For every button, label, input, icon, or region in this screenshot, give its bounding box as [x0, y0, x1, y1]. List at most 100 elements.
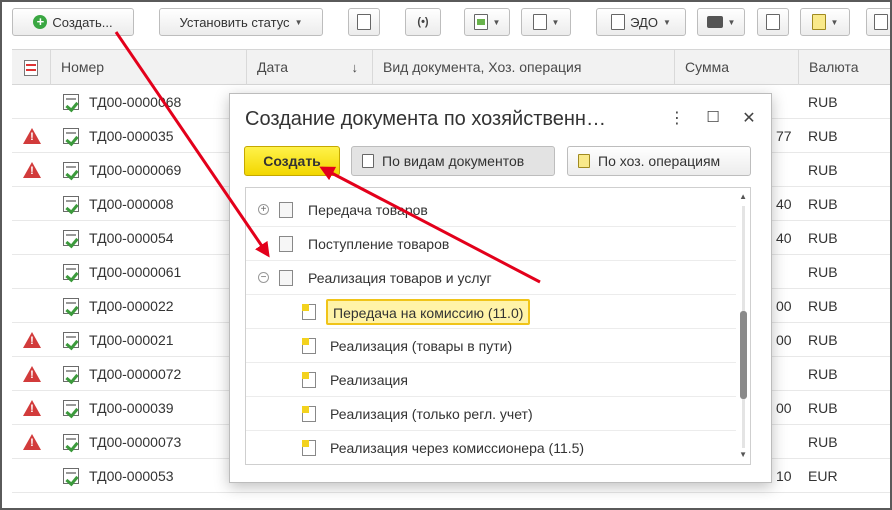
warning-icon: !	[23, 128, 41, 144]
tree-node-label: Поступление товаров	[308, 236, 450, 252]
scrollbar-thumb[interactable]	[740, 311, 747, 399]
broadcast-button[interactable]: (•)	[405, 8, 441, 36]
create-document-dialog: Создание документа по хозяйственн… ⋮ ☐ ✕…	[229, 93, 772, 483]
by-doc-types-label: По видам документов	[382, 153, 525, 169]
row-number: ТД00-0000068	[89, 94, 182, 110]
edo-button[interactable]: ЭДО ▼	[596, 8, 686, 36]
create-button-label: Создать...	[52, 14, 113, 30]
set-status-button[interactable]: Установить статус ▼	[159, 8, 323, 36]
chevron-down-icon: ▼	[294, 17, 303, 27]
operation-icon	[302, 406, 316, 422]
add-icon: +	[33, 15, 48, 29]
row-number: ТД00-000022	[89, 298, 174, 314]
selected-node-label: Передача на комиссию (11.0)	[326, 299, 531, 325]
row-sum	[776, 255, 798, 289]
more-actions-icon[interactable]: ⋮	[668, 108, 686, 128]
toolbar: + Создать... Установить статус ▼ (•) ▼ ▼…	[0, 0, 892, 46]
posted-document-icon	[63, 366, 79, 382]
edo-label: ЭДО	[630, 14, 658, 30]
tree-node-label: Реализация товаров и услуг	[308, 270, 492, 286]
operation-icon	[302, 440, 316, 456]
column-currency-header[interactable]: Валюта	[798, 50, 892, 85]
column-date-header[interactable]: Дата ↓	[246, 50, 372, 85]
table-header: Номер Дата ↓ Вид документа, Хоз. операци…	[12, 49, 892, 85]
scroll-down-icon[interactable]: ▼	[739, 450, 747, 459]
print-button[interactable]: ▼	[697, 8, 745, 36]
row-sum	[776, 85, 798, 119]
posted-document-icon	[63, 434, 79, 450]
posted-document-icon	[63, 298, 79, 314]
row-currency: RUB	[808, 332, 838, 348]
close-icon[interactable]: ✕	[740, 108, 758, 128]
1c-document-icon	[357, 14, 371, 30]
scroll-up-icon[interactable]: ▲	[739, 192, 747, 201]
operations-tree: + Передача товаров Поступление товаров − Реа…	[245, 187, 751, 465]
tree-node[interactable]: Реализация (товары в пути)	[246, 329, 736, 363]
expand-icon[interactable]: +	[258, 204, 269, 215]
row-currency: RUB	[808, 196, 838, 212]
posted-document-icon	[63, 196, 79, 212]
chevron-down-icon: ▼	[551, 17, 560, 27]
list-icon	[766, 14, 780, 30]
tree-node-label: Реализация (только регл. учет)	[330, 406, 533, 422]
dialog-title: Создание документа по хозяйственн…	[245, 108, 606, 130]
column-doc-type-header[interactable]: Вид документа, Хоз. операция	[372, 50, 674, 85]
tree-scrollbar[interactable]	[739, 206, 748, 448]
collapse-icon[interactable]: −	[258, 272, 269, 283]
row-number: ТД00-000021	[89, 332, 174, 348]
more-button[interactable]	[866, 8, 892, 36]
row-number: ТД00-000054	[89, 230, 174, 246]
row-number: ТД00-000039	[89, 400, 174, 416]
row-number: ТД00-0000073	[89, 434, 182, 450]
reports-button[interactable]: ▼	[521, 8, 571, 36]
posted-document-icon	[63, 230, 79, 246]
tree-node-label: Передача товаров	[308, 202, 428, 218]
tree-node[interactable]: − Реализация товаров и услуг	[246, 261, 736, 295]
row-sum	[776, 153, 798, 187]
broadcast-icon: (•)	[417, 16, 429, 28]
tree-node[interactable]: Поступление товаров	[246, 227, 736, 261]
row-currency: RUB	[808, 264, 838, 280]
tree-node[interactable]: Реализация через комиссионера (11.5)	[246, 431, 736, 464]
chevron-down-icon: ▼	[830, 17, 839, 27]
tree-node[interactable]: Реализация (только регл. учет)	[246, 397, 736, 431]
warning-icon: !	[23, 434, 41, 450]
create-based-on-button[interactable]: ▼	[464, 8, 510, 36]
folder-document-icon	[279, 270, 293, 286]
column-status-header[interactable]	[12, 50, 50, 85]
create-button[interactable]: + Создать...	[12, 8, 134, 36]
row-number: ТД00-0000061	[89, 264, 182, 280]
row-number: ТД00-0000072	[89, 366, 182, 382]
list-settings-button[interactable]	[757, 8, 789, 36]
tree-node[interactable]: Передача на комиссию (11.0)	[246, 295, 736, 329]
row-currency: RUB	[808, 366, 838, 382]
dialog-create-button[interactable]: Создать	[244, 146, 340, 176]
report-icon	[532, 14, 547, 30]
tree-node-label: Реализация	[330, 372, 408, 388]
row-sum: 00	[776, 400, 792, 416]
maximize-icon[interactable]: ☐	[704, 108, 722, 126]
attachments-button[interactable]: ▼	[800, 8, 850, 36]
row-currency: RUB	[808, 162, 838, 178]
column-sum-header[interactable]: Сумма	[674, 50, 798, 85]
tree-node-label: Реализация (товары в пути)	[330, 338, 513, 354]
document-status-icon	[24, 60, 38, 76]
row-currency: RUB	[808, 94, 838, 110]
column-number-header[interactable]: Номер	[50, 50, 246, 85]
posted-document-icon	[63, 94, 79, 110]
by-operations-button[interactable]: По хоз. операциям	[567, 146, 751, 176]
tree-node[interactable]: Реализация	[246, 363, 736, 397]
row-currency: EUR	[808, 468, 838, 484]
document-icon	[362, 154, 374, 168]
row-sum: 10	[776, 468, 792, 484]
posted-document-icon	[63, 400, 79, 416]
folder-document-icon	[279, 236, 293, 252]
chevron-down-icon: ▼	[492, 17, 501, 27]
1c-exchange-button[interactable]	[348, 8, 380, 36]
tree-node[interactable]: + Передача товаров	[246, 193, 736, 227]
sort-descending-icon: ↓	[351, 60, 359, 75]
by-doc-types-button[interactable]: По видам документов	[351, 146, 555, 176]
posted-document-icon	[63, 468, 79, 484]
row-currency: RUB	[808, 434, 838, 450]
row-sum: 40	[776, 196, 792, 212]
